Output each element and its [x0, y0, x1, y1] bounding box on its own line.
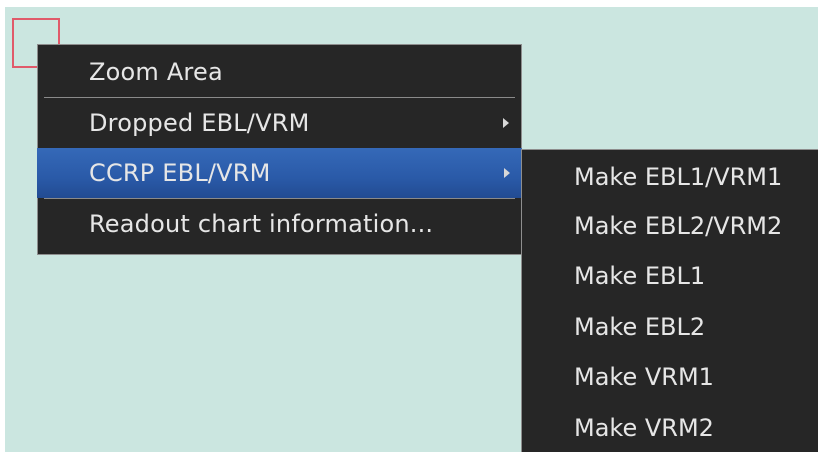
submenu-item-make-vrm1[interactable]: Make VRM1 [522, 352, 818, 403]
submenu-item-label: Make EBL2 [574, 312, 706, 341]
menu-item-label: Zoom Area [89, 58, 223, 86]
submenu-item-make-ebl1-vrm1[interactable]: Make EBL1/VRM1 [522, 150, 818, 201]
submenu-item-label: Make VRM1 [574, 363, 714, 392]
menu-item-dropped-ebl-vrm[interactable]: Dropped EBL/VRM [38, 98, 521, 148]
submenu-arrow-icon [504, 168, 510, 178]
submenu-item-make-ebl2-vrm2[interactable]: Make EBL2/VRM2 [522, 201, 818, 252]
submenu-item-make-ebl1[interactable]: Make EBL1 [522, 251, 818, 302]
submenu-item-make-vrm2[interactable]: Make VRM2 [522, 403, 818, 452]
submenu-item-label: Make EBL1 [574, 262, 706, 291]
submenu-item-label: Make VRM2 [574, 413, 714, 442]
ccrp-submenu: Make EBL1/VRM1 Make EBL2/VRM2 Make EBL1 … [521, 149, 818, 452]
menu-item-readout-chart-information[interactable]: Readout chart information... [38, 199, 521, 249]
context-menu: Zoom Area Dropped EBL/VRM CCRP EBL/VRM R… [37, 44, 522, 255]
submenu-item-label: Make EBL1/VRM1 [574, 163, 783, 192]
submenu-item-label: Make EBL2/VRM2 [574, 211, 783, 240]
screen: Zoom Area Dropped EBL/VRM CCRP EBL/VRM R… [0, 0, 818, 452]
menu-item-ccrp-ebl-vrm[interactable]: CCRP EBL/VRM [37, 148, 522, 198]
submenu-item-make-ebl2[interactable]: Make EBL2 [522, 302, 818, 353]
menu-item-zoom-area[interactable]: Zoom Area [38, 47, 521, 97]
menu-item-label: Dropped EBL/VRM [89, 109, 310, 137]
menu-item-label: Readout chart information... [89, 210, 434, 238]
menu-item-label: CCRP EBL/VRM [89, 159, 271, 187]
submenu-arrow-icon [503, 118, 509, 128]
